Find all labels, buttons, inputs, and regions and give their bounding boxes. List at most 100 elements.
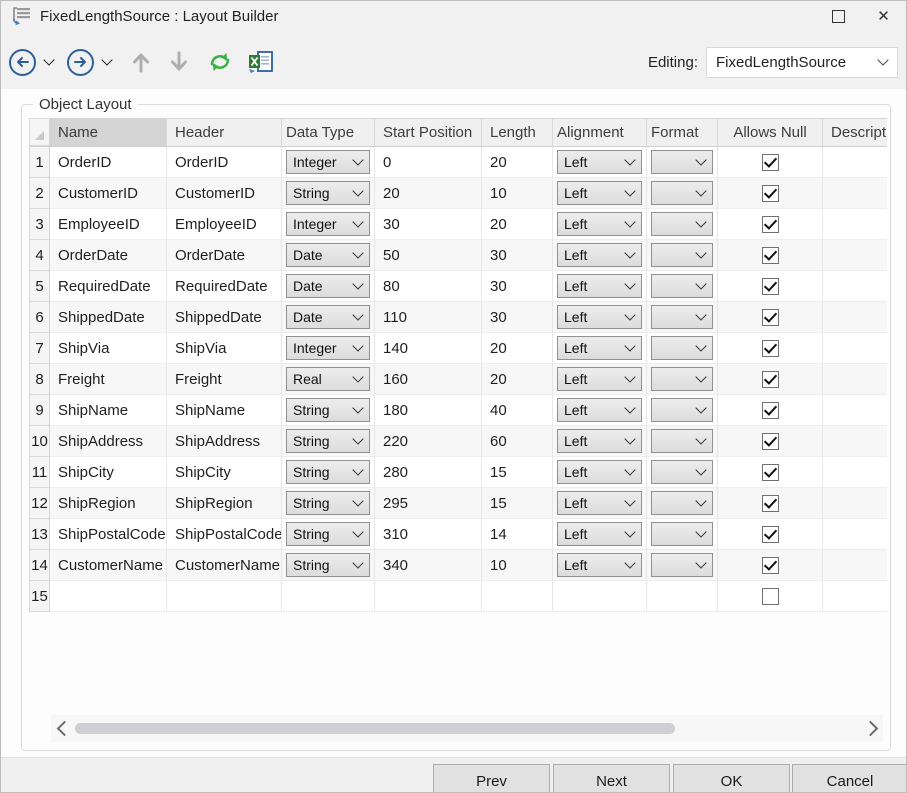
cell-start-position[interactable]: 0: [375, 147, 482, 178]
editing-combobox[interactable]: FixedLengthSource: [706, 47, 898, 78]
allows-null-checkbox[interactable]: [762, 185, 779, 202]
allows-null-checkbox[interactable]: [762, 464, 779, 481]
allows-null-checkbox[interactable]: [762, 588, 779, 605]
allows-null-checkbox[interactable]: [762, 371, 779, 388]
close-button[interactable]: ✕: [861, 1, 906, 31]
data-type-combobox[interactable]: Date: [286, 243, 370, 267]
cell-name[interactable]: Freight: [50, 364, 167, 395]
format-combobox[interactable]: [651, 212, 713, 236]
allows-null-checkbox[interactable]: [762, 340, 779, 357]
format-combobox[interactable]: [651, 367, 713, 391]
cell-length[interactable]: 30: [482, 240, 553, 271]
cell-description[interactable]: [823, 395, 887, 426]
cell-start-position[interactable]: 30: [375, 209, 482, 240]
cell-length[interactable]: 40: [482, 395, 553, 426]
cell-description[interactable]: [823, 333, 887, 364]
cell-description[interactable]: [823, 550, 887, 581]
format-combobox[interactable]: [651, 274, 713, 298]
allows-null-checkbox[interactable]: [762, 526, 779, 543]
cell-start-position[interactable]: 80: [375, 271, 482, 302]
format-combobox[interactable]: [651, 243, 713, 267]
alignment-combobox[interactable]: Left: [557, 243, 642, 267]
cell-description[interactable]: [823, 302, 887, 333]
cell-start-position[interactable]: [375, 581, 482, 612]
data-type-combobox[interactable]: Date: [286, 274, 370, 298]
cell-name[interactable]: [50, 581, 167, 612]
data-type-combobox[interactable]: String: [286, 522, 370, 546]
cancel-button[interactable]: Cancel: [792, 764, 907, 793]
cell-description[interactable]: [823, 240, 887, 271]
cell-length[interactable]: 10: [482, 550, 553, 581]
cell-length[interactable]: 20: [482, 147, 553, 178]
maximize-button[interactable]: [816, 1, 861, 31]
cell-description[interactable]: [823, 488, 887, 519]
column-header-allows-null[interactable]: Allows Null: [718, 119, 823, 146]
cell-header[interactable]: ShipPostalCode: [167, 519, 282, 550]
cell-start-position[interactable]: 110: [375, 302, 482, 333]
alignment-combobox[interactable]: Left: [557, 491, 642, 515]
cell-name[interactable]: ShipPostalCode: [50, 519, 167, 550]
cell-length[interactable]: 20: [482, 364, 553, 395]
cell-start-position[interactable]: 160: [375, 364, 482, 395]
cell-length[interactable]: 30: [482, 302, 553, 333]
alignment-combobox[interactable]: Left: [557, 367, 642, 391]
allows-null-checkbox[interactable]: [762, 309, 779, 326]
cell-name[interactable]: EmployeeID: [50, 209, 167, 240]
alignment-combobox[interactable]: Left: [557, 305, 642, 329]
data-type-combobox[interactable]: String: [286, 460, 370, 484]
cell-name[interactable]: OrderID: [50, 147, 167, 178]
next-button[interactable]: Next: [553, 764, 670, 793]
column-header-description[interactable]: Description: [823, 119, 887, 146]
cell-description[interactable]: [823, 147, 887, 178]
allows-null-checkbox[interactable]: [762, 495, 779, 512]
cell-description[interactable]: [823, 271, 887, 302]
allows-null-checkbox[interactable]: [762, 154, 779, 171]
data-type-combobox[interactable]: Integer: [286, 212, 370, 236]
column-header-name[interactable]: Name: [50, 119, 167, 146]
cell-length[interactable]: 20: [482, 333, 553, 364]
cell-description[interactable]: [823, 581, 887, 612]
alignment-combobox[interactable]: Left: [557, 150, 642, 174]
cell-description[interactable]: [823, 519, 887, 550]
select-all-corner[interactable]: [30, 119, 50, 146]
row-number[interactable]: 9: [30, 395, 50, 426]
data-type-combobox[interactable]: Date: [286, 305, 370, 329]
column-header-data-type[interactable]: Data Type: [282, 119, 375, 146]
scrollbar-track[interactable]: [73, 715, 861, 742]
row-number[interactable]: 7: [30, 333, 50, 364]
back-dropdown-button[interactable]: [45, 60, 53, 64]
scroll-right-button[interactable]: [861, 715, 883, 742]
data-type-combobox[interactable]: String: [286, 491, 370, 515]
data-type-combobox[interactable]: String: [286, 429, 370, 453]
cell-header[interactable]: CustomerID: [167, 178, 282, 209]
row-number[interactable]: 12: [30, 488, 50, 519]
column-header-alignment[interactable]: Alignment: [553, 119, 647, 146]
cell-header[interactable]: RequiredDate: [167, 271, 282, 302]
format-combobox[interactable]: [651, 181, 713, 205]
cell-start-position[interactable]: 140: [375, 333, 482, 364]
cell-length[interactable]: 20: [482, 209, 553, 240]
cell-header[interactable]: OrderDate: [167, 240, 282, 271]
row-number[interactable]: 8: [30, 364, 50, 395]
move-down-button[interactable]: [169, 51, 189, 73]
format-combobox[interactable]: [651, 491, 713, 515]
cell-description[interactable]: [823, 209, 887, 240]
row-number[interactable]: 4: [30, 240, 50, 271]
row-number[interactable]: 14: [30, 550, 50, 581]
ok-button[interactable]: OK: [673, 764, 790, 793]
cell-name[interactable]: ShipRegion: [50, 488, 167, 519]
alignment-combobox[interactable]: Left: [557, 398, 642, 422]
cell-start-position[interactable]: 50: [375, 240, 482, 271]
alignment-combobox[interactable]: Left: [557, 274, 642, 298]
cell-header[interactable]: CustomerName: [167, 550, 282, 581]
format-combobox[interactable]: [651, 522, 713, 546]
row-number[interactable]: 1: [30, 147, 50, 178]
cell-start-position[interactable]: 340: [375, 550, 482, 581]
cell-length[interactable]: 60: [482, 426, 553, 457]
column-header-start-position[interactable]: Start Position: [375, 119, 482, 146]
alignment-combobox[interactable]: Left: [557, 553, 642, 577]
cell-name[interactable]: ShipVia: [50, 333, 167, 364]
allows-null-checkbox[interactable]: [762, 278, 779, 295]
export-excel-button[interactable]: [247, 49, 275, 75]
row-number[interactable]: 11: [30, 457, 50, 488]
